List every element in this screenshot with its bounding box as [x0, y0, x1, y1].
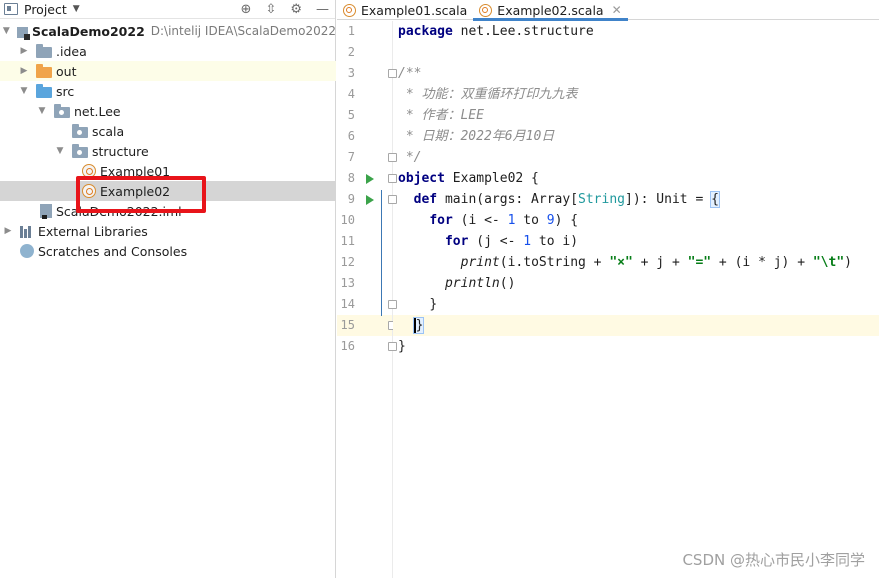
chevron-right-icon[interactable]: ▶: [18, 66, 30, 76]
line-number: 1: [347, 24, 355, 38]
line-number: 15: [340, 318, 355, 332]
line-number: 3: [347, 66, 355, 80]
line-number: 9: [347, 192, 355, 206]
tree-item-label: Scratches and Consoles: [38, 243, 188, 259]
line-number: 10: [340, 213, 355, 227]
tree-item-out[interactable]: ▶ out: [0, 61, 336, 81]
chevron-down-icon[interactable]: ▼: [54, 146, 66, 156]
code-line-7[interactable]: */: [393, 147, 879, 168]
code-line-13[interactable]: println(): [393, 273, 879, 294]
code-line-15[interactable]: }: [393, 315, 879, 336]
project-panel-title[interactable]: Project: [24, 2, 67, 17]
tree-item-root[interactable]: ▼ ScalaDemo2022 D:\intelij IDEA\ScalaDem…: [0, 21, 336, 41]
chevron-right-icon[interactable]: ▶: [18, 46, 30, 56]
collapse-all-icon[interactable]: ⇳: [265, 2, 276, 17]
editor-gutter: 1 2 3 4 5 6 7 8 9 10 11 12 13 14 15 16: [337, 21, 397, 578]
hide-icon[interactable]: —: [316, 2, 329, 17]
tab-label: Example01.scala: [361, 2, 468, 18]
tree-item-label: out: [56, 63, 77, 79]
project-view-icon: [4, 3, 18, 15]
project-panel: Project ▼ ⊕ ⇳ ⚙ — ▼ ScalaDemo2022 D:\int…: [0, 0, 336, 578]
chevron-down-icon[interactable]: ▼: [18, 86, 30, 96]
scope-indicator: [381, 190, 382, 316]
tab-example01[interactable]: Example01.scala: [337, 0, 473, 20]
chevron-down-icon[interactable]: ▼: [73, 4, 80, 14]
locate-icon[interactable]: ⊕: [241, 2, 252, 17]
line-number: 7: [347, 150, 355, 164]
tree-item-net-lee[interactable]: ▼ net.Lee: [0, 101, 336, 121]
highlight-annotation-box: [76, 176, 206, 213]
chevron-right-icon[interactable]: ▶: [2, 226, 14, 236]
code-line-6[interactable]: * 日期：2022年6月10日: [393, 126, 879, 147]
scala-object-icon: [479, 3, 493, 17]
library-icon: [20, 224, 34, 238]
code-editor[interactable]: package net.Lee.structure /** * 功能：双重循环打…: [393, 21, 879, 578]
watermark-text: CSDN @热心市民小李同学: [682, 551, 865, 569]
project-tree: ▼ ScalaDemo2022 D:\intelij IDEA\ScalaDem…: [0, 21, 336, 261]
line-number: 2: [347, 45, 355, 59]
panel-toolbar: ⊕ ⇳ ⚙ —: [241, 0, 329, 19]
tree-item-label: External Libraries: [38, 223, 148, 239]
tree-item-path: D:\intelij IDEA\ScalaDemo2022: [150, 24, 336, 38]
code-line-3[interactable]: /**: [393, 63, 879, 84]
line-number: 11: [340, 234, 355, 248]
line-number: 12: [340, 255, 355, 269]
line-number: 6: [347, 129, 355, 143]
line-number: 5: [347, 108, 355, 122]
tree-item-src[interactable]: ▼ src: [0, 81, 336, 101]
tree-item-scala[interactable]: scala: [0, 121, 336, 141]
scala-object-icon: [343, 3, 356, 17]
package-icon: [54, 103, 70, 118]
code-line-16[interactable]: }: [393, 336, 879, 357]
code-line-9[interactable]: def main(args: Array[String]): Unit = {: [393, 189, 879, 210]
tree-item-label: scala: [92, 123, 125, 139]
module-file-icon: [40, 204, 52, 219]
package-icon: [72, 143, 88, 158]
tree-item-structure[interactable]: ▼ structure: [0, 141, 336, 161]
folder-icon: [36, 43, 52, 58]
tab-label: Example02.scala: [497, 2, 604, 18]
code-line-10[interactable]: for (i <- 1 to 9) {: [393, 210, 879, 231]
code-line-12[interactable]: print(i.toString + "×" + j + "=" + (i * …: [393, 252, 879, 273]
code-line-11[interactable]: for (j <- 1 to i): [393, 231, 879, 252]
line-number: 4: [347, 87, 355, 101]
code-line-8[interactable]: object Example02 {: [393, 168, 879, 189]
line-number: 14: [340, 297, 355, 311]
line-number: 16: [340, 339, 355, 353]
code-line-14[interactable]: }: [393, 294, 879, 315]
line-number: 13: [340, 276, 355, 290]
run-icon[interactable]: [366, 195, 374, 205]
tree-item-label: src: [56, 83, 75, 99]
tree-item-label: ScalaDemo2022: [31, 23, 145, 39]
module-folder-icon: [16, 26, 31, 40]
code-line-4[interactable]: * 功能：双重循环打印九九表: [393, 84, 879, 105]
run-icon[interactable]: [366, 174, 374, 184]
line-number: 8: [347, 171, 355, 185]
close-icon[interactable]: ✕: [612, 3, 622, 17]
tree-item-scratches[interactable]: Scratches and Consoles: [0, 241, 336, 261]
tree-item-label: net.Lee: [74, 103, 121, 119]
gear-icon[interactable]: ⚙: [290, 2, 302, 17]
tree-item-idea[interactable]: ▶ .idea: [0, 41, 336, 61]
chevron-down-icon[interactable]: ▼: [36, 106, 48, 116]
tab-example02[interactable]: Example02.scala ✕: [473, 0, 629, 21]
tree-item-external-libraries[interactable]: ▶ External Libraries: [0, 221, 336, 241]
editor-tab-bar: Example01.scala Example02.scala ✕: [337, 0, 879, 21]
code-line-5[interactable]: * 作者：LEE: [393, 105, 879, 126]
code-line-2[interactable]: [393, 42, 879, 63]
project-panel-header[interactable]: Project ▼ ⊕ ⇳ ⚙ —: [0, 0, 335, 19]
chevron-down-icon[interactable]: ▼: [2, 26, 11, 36]
scratches-icon: [20, 244, 34, 258]
tree-item-label: .idea: [56, 43, 87, 59]
tree-item-label: structure: [92, 143, 149, 159]
code-line-1[interactable]: package net.Lee.structure: [393, 21, 879, 42]
excluded-folder-icon: [36, 63, 52, 78]
source-folder-icon: [36, 83, 52, 98]
package-icon: [72, 123, 88, 138]
